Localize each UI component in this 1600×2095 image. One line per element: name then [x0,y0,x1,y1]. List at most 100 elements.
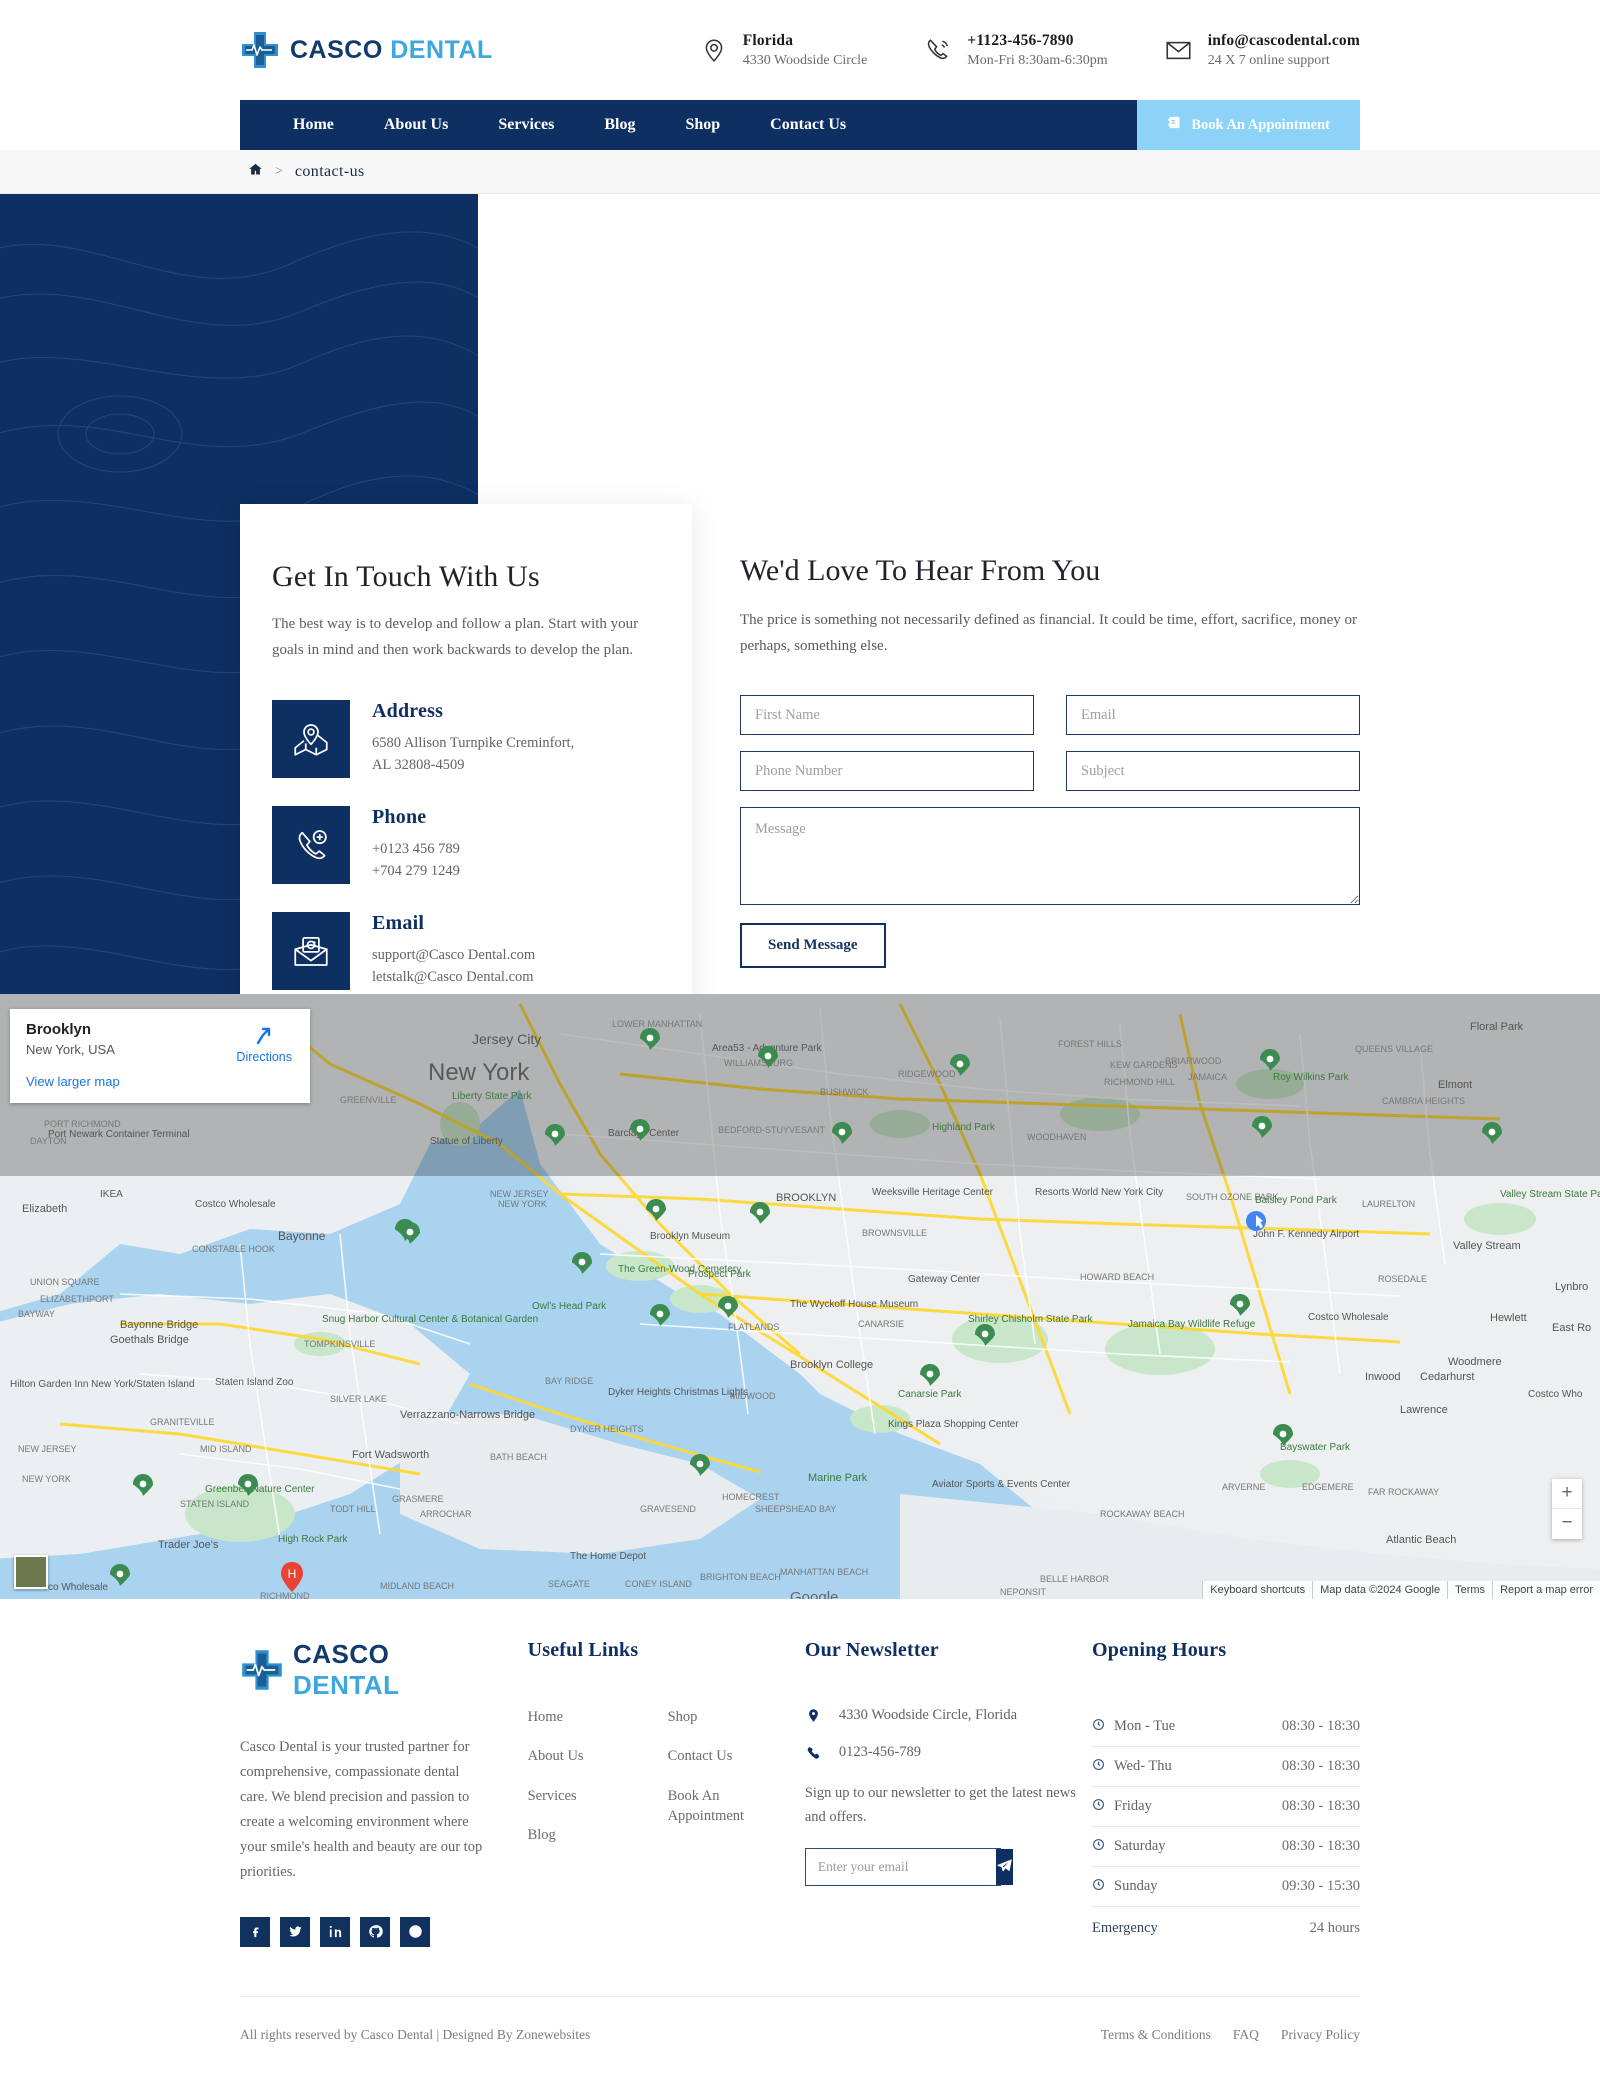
map-attr-report-error[interactable]: Report a map error [1492,1581,1600,1599]
map-attr-keyboard-shortcuts[interactable]: Keyboard shortcuts [1202,1581,1312,1599]
hours-day: Saturday [1114,1838,1166,1854]
emergency-row: Emergency 24 hours [1092,1907,1360,1948]
footer-link-services[interactable]: Services [528,1786,577,1806]
footer-hours-column: Opening Hours Mon - Tue 08:30 - 18:30 We [1092,1639,1360,1948]
clock-icon [1092,1878,1114,1895]
directions-arrow-icon [252,1027,276,1050]
map-directions-button[interactable]: Directions [236,1023,292,1064]
contact-email-line2: letstalk@Casco Dental.com [372,968,534,985]
home-icon[interactable] [248,162,263,182]
email-open-icon [272,911,350,990]
get-in-touch-card: Get In Touch With Us The best way is to … [240,504,692,1036]
nav-item-about-us[interactable]: About Us [359,100,473,150]
emergency-value: 24 hours [1309,1920,1360,1936]
privacy-policy-link[interactable]: Privacy Policy [1281,2027,1360,2043]
footer-logo-word-2: DENTAL [293,1670,400,1700]
view-larger-map-link[interactable]: View larger map [26,1074,294,1089]
book-appointment-button[interactable]: Book An Appointment [1137,100,1360,150]
logo-wordmark: CASCO DENTAL [290,36,493,65]
table-row: Wed- Thu 08:30 - 18:30 [1092,1747,1360,1787]
list-item: Services [528,1786,636,1806]
clock-icon [1092,1838,1114,1855]
email-input[interactable] [1066,695,1360,735]
contact-address-title: Address [372,699,444,722]
contact-email-title: Email [372,911,425,934]
contact-info-phone: Phone +0123 456 789 +704 279 1249 [272,805,656,884]
footer-phone-row: 0123-456-789 [805,1744,1092,1761]
get-in-touch-lede: The best way is to develop and follow a … [272,616,639,658]
nav-item-contact-us[interactable]: Contact Us [745,100,871,150]
newsletter-title: Our Newsletter [804,1639,939,1661]
nav-item-shop[interactable]: Shop [660,100,745,150]
faq-link[interactable]: FAQ [1233,2027,1259,2043]
contact-email-line1: support@Casco Dental.com [372,946,536,963]
message-textarea[interactable] [740,807,1360,905]
dribbble-icon[interactable] [400,1916,430,1947]
phone-number-input[interactable] [740,751,1034,791]
contact-phone-line1: +0123 456 789 [372,840,460,857]
footer-link-contact-us[interactable]: Contact Us [668,1746,733,1766]
footer-link-home[interactable]: Home [528,1707,563,1727]
clock-icon [1092,1758,1114,1775]
map-street-view-thumbnail[interactable] [14,1555,48,1589]
header-info-phone: +1123-456-7890 Mon-Fri 8:30am-6:30pm [923,32,1108,69]
terms-and-conditions-link[interactable]: Terms & Conditions [1101,2027,1211,2043]
zoom-in-button[interactable]: + [1552,1479,1582,1509]
nav-item-blog[interactable]: Blog [579,100,660,150]
facebook-icon[interactable] [240,1916,270,1947]
location-pin-icon [699,35,729,65]
nav-item-home[interactable]: Home [268,100,359,150]
header-contact-info: Florida 4330 Woodside Circle +1123-456-7… [699,32,1360,69]
newsletter-email-input[interactable] [805,1848,996,1885]
hours-day: Friday [1114,1798,1152,1814]
footer-link-blog[interactable]: Blog [528,1825,556,1845]
emergency-label: Emergency [1092,1920,1158,1936]
send-message-button[interactable]: Send Message [740,923,886,968]
zoom-out-button[interactable]: − [1552,1509,1582,1539]
site-logo[interactable]: CASCO DENTAL [240,30,493,70]
contact-form-title: We'd Love To Hear From You [740,554,1101,587]
hours-time: 08:30 - 18:30 [1281,1718,1360,1734]
map-attribution: Keyboard shortcuts Map data ©2024 Google… [1202,1581,1600,1599]
phone-icon [805,1745,823,1761]
footer-link-shop[interactable]: Shop [668,1707,698,1727]
list-item: Home [528,1707,636,1727]
footer-grid: CASCO DENTAL Casco Dental is your truste… [240,1639,1360,1948]
map-info-card: Brooklyn New York, USA View larger map D… [10,1009,310,1103]
footer-link-book-an-appointment[interactable]: Book An Appointment [668,1786,776,1827]
table-row: Sunday 09:30 - 15:30 [1092,1867,1360,1907]
header-location-sub: 4330 Woodside Circle [742,52,868,68]
list-item: Blog [528,1825,636,1845]
calendar-icon [1167,115,1182,135]
twitter-icon[interactable] [280,1916,310,1947]
phone-icon [923,35,953,65]
contact-phone-title: Phone [372,805,427,828]
logo-word-2: DENTAL [390,35,493,64]
dental-cross-logo-icon [240,30,280,70]
footer-address-text: 4330 Woodside Circle, Florida [838,1707,1018,1723]
footer-address-row: 4330 Woodside Circle, Florida [805,1707,1092,1724]
hours-day: Sunday [1114,1878,1158,1894]
footer-logo[interactable]: CASCO DENTAL [240,1639,488,1701]
nav-items: Home About Us Services Blog Shop Contact… [240,100,871,150]
header-topbar: CASCO DENTAL Florida 4330 Woodside Circl… [0,0,1600,100]
footer-description: Casco Dental is your trusted partner for… [240,1739,483,1880]
contact-form-section: We'd Love To Hear From You The price is … [740,554,1360,968]
hours-day: Wed- Thu [1114,1758,1172,1774]
subject-input[interactable] [1066,751,1360,791]
linkedin-icon[interactable] [320,1916,350,1947]
map-zoom-control[interactable]: + − [1552,1479,1582,1539]
nav-item-services[interactable]: Services [473,100,579,150]
newsletter-submit-button[interactable] [995,1848,1013,1885]
map-attr-terms[interactable]: Terms [1447,1581,1492,1599]
footer-link-about-us[interactable]: About Us [528,1746,584,1766]
first-name-input[interactable] [740,695,1034,735]
form-row-1 [740,695,1360,735]
google-map[interactable]: New York Jersey City LOWER MANHATTAN WILLIA… [0,994,1600,1599]
table-row: Saturday 08:30 - 18:30 [1092,1827,1360,1867]
page-root: CASCO DENTAL Florida 4330 Woodside Circl… [0,0,1600,2072]
envelope-icon [1164,35,1194,65]
copyright-text: All rights reserved by Casco Dental | De… [240,2026,591,2042]
table-row: Mon - Tue 08:30 - 18:30 [1092,1707,1360,1747]
github-icon[interactable] [360,1916,390,1947]
